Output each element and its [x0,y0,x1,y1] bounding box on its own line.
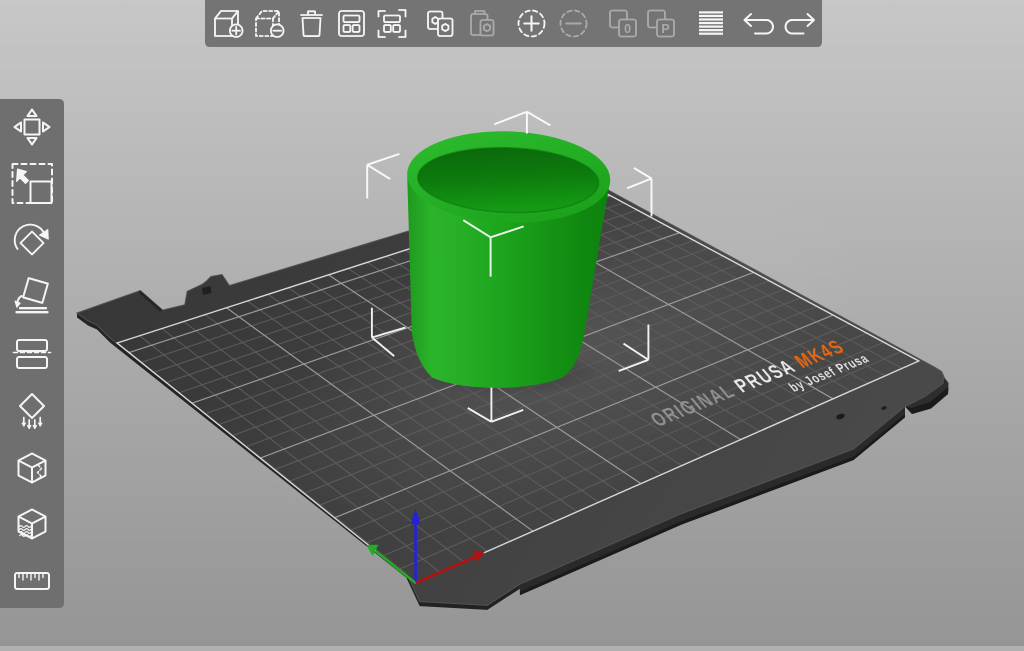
svg-text:P: P [661,22,669,36]
svg-text:0: 0 [624,22,631,36]
